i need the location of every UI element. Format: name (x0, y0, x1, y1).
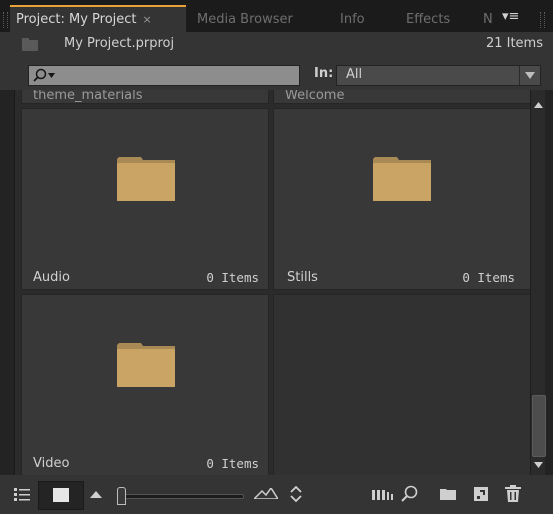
project-file-name: My Project.prproj (64, 36, 175, 51)
bin-name: Stills (287, 270, 318, 285)
tab-effects[interactable]: Effects (406, 7, 450, 32)
tab-project[interactable]: Project: My Project × (10, 5, 186, 34)
folder-icon (373, 157, 431, 201)
bin-tile-stills[interactable]: Stills 0 Items (273, 108, 531, 290)
bin-tile-video[interactable]: Video 0 Items (21, 294, 269, 475)
bin-tile-partial-name: theme_materials (33, 90, 143, 103)
folder-icon (117, 157, 175, 201)
project-item-count: 21 Items (485, 36, 543, 51)
list-view-icon[interactable] (14, 488, 30, 501)
new-bin-icon[interactable] (440, 488, 456, 500)
scroll-up-icon[interactable] (534, 102, 543, 108)
tab-info-label: Info (340, 12, 365, 27)
icon-view-icon (53, 488, 69, 502)
search-icon[interactable] (33, 68, 57, 83)
new-item-icon[interactable] (474, 487, 488, 501)
scroll-down-icon[interactable] (534, 462, 543, 468)
find-icon[interactable] (401, 485, 419, 503)
tab-overflow[interactable]: N (483, 7, 493, 32)
bin-item-count: 0 Items (462, 270, 515, 285)
tab-media-browser[interactable]: Media Browser (197, 7, 293, 32)
zoom-slider-track[interactable] (118, 494, 244, 499)
tab-effects-label: Effects (406, 12, 451, 27)
in-filter-label: In: (314, 66, 334, 81)
empty-tile (273, 294, 531, 475)
panel-grip-right[interactable] (540, 12, 545, 28)
in-filter-select[interactable]: All (336, 65, 541, 86)
tab-close-icon[interactable]: × (143, 13, 152, 26)
bin-tile-audio[interactable]: Audio 0 Items (21, 108, 269, 290)
icon-view-button[interactable] (38, 481, 84, 510)
bin-tile-partial-2-name: Welcome (285, 90, 345, 103)
in-filter-value: All (346, 67, 363, 82)
search-row: In: All (0, 58, 553, 90)
zoom-slider-handle[interactable] (117, 487, 126, 505)
tab-media-browser-label: Media Browser (197, 12, 293, 27)
panel-grip[interactable] (3, 12, 8, 28)
in-filter-dropdown-button[interactable] (519, 66, 540, 85)
bin-item-count: 0 Items (206, 270, 259, 285)
bin-name: Audio (33, 270, 70, 285)
bin-tile-partial-2[interactable]: Welcome (273, 90, 531, 104)
scroll-thumb[interactable] (532, 395, 546, 457)
zoom-in-icon[interactable] (254, 488, 278, 499)
tab-project-label: Project: My Project (16, 12, 137, 27)
panel-menu-icon[interactable]: ▾≡ (502, 8, 519, 26)
search-input[interactable] (28, 65, 300, 86)
bin-grid: theme_materials Welcome Audio 0 Items St… (14, 90, 531, 475)
zoom-out-icon[interactable] (90, 491, 102, 498)
bin-item-count: 0 Items (206, 456, 259, 471)
project-header: My Project.prproj 21 Items (0, 32, 553, 58)
folder-icon (117, 343, 175, 387)
vertical-scrollbar[interactable] (530, 90, 546, 475)
panel-tab-bar: Project: My Project × Media Browser Info … (0, 0, 553, 34)
tab-info[interactable]: Info (340, 7, 365, 32)
search-text-field[interactable] (59, 66, 298, 85)
bin-tile-partial[interactable]: theme_materials (21, 90, 269, 104)
sort-icon[interactable] (290, 486, 302, 502)
automate-to-sequence-icon[interactable] (372, 488, 394, 500)
project-file-icon (22, 38, 38, 51)
trash-icon[interactable] (505, 485, 521, 502)
tab-overflow-label: N (483, 12, 493, 27)
chevron-down-icon (525, 72, 535, 79)
bottom-toolbar (0, 475, 553, 514)
bin-name: Video (33, 456, 70, 471)
